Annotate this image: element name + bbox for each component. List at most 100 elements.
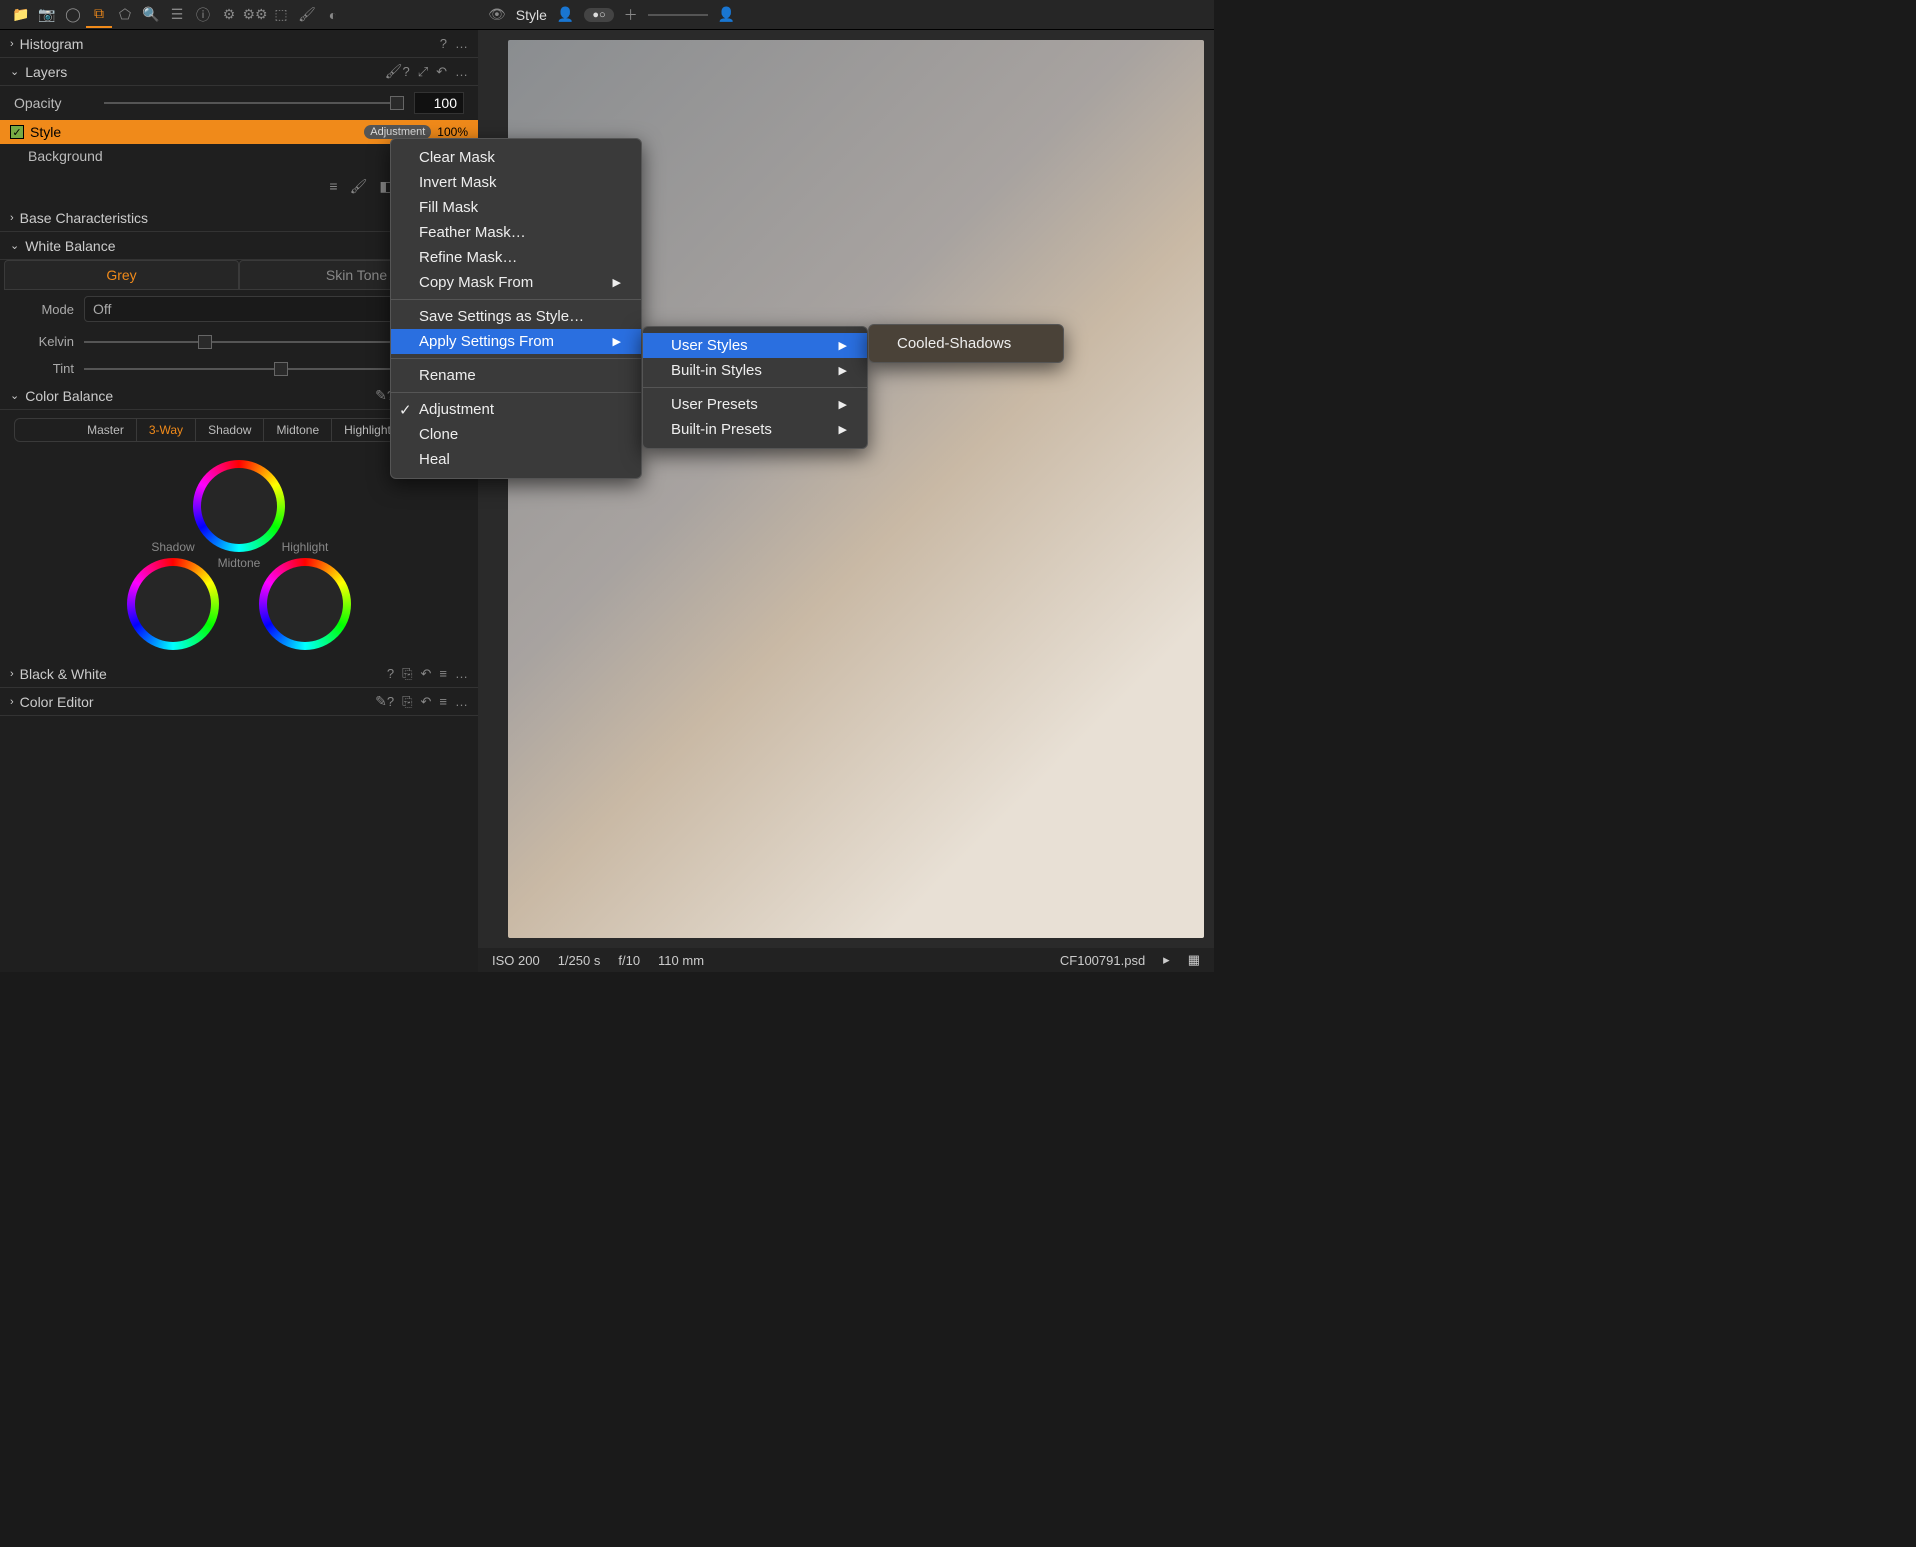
help-icon[interactable]: ?: [440, 36, 447, 51]
help-icon[interactable]: ?: [387, 666, 394, 682]
folder-icon[interactable]: 📁: [8, 2, 34, 28]
brush-icon[interactable]: 🖌: [294, 2, 320, 28]
menu-invert-mask[interactable]: Invert Mask: [391, 170, 641, 195]
sliders-icon[interactable]: ≡: [329, 178, 337, 194]
left-toolbar: 📁 📷 ◯ ⧉ ⬠ 🔍 ☰ ⓘ ⚙ ⚙⚙ ⬚ 🖌 ◐: [0, 0, 478, 30]
chevron-right-icon[interactable]: ›: [10, 696, 14, 708]
chevron-right-icon: ▶: [809, 339, 847, 352]
brush-icon[interactable]: 🖌: [350, 178, 368, 195]
more-icon[interactable]: …: [455, 64, 468, 80]
info-icon[interactable]: ⓘ: [190, 2, 216, 28]
chevron-right-icon[interactable]: ›: [10, 668, 14, 680]
chevron-down-icon[interactable]: ⌄: [10, 65, 19, 78]
overlap-circles-icon[interactable]: ⧉: [86, 2, 112, 28]
add-icon[interactable]: ＋: [624, 5, 638, 25]
cb-tab-master[interactable]: Master: [75, 419, 137, 441]
chevron-down-icon[interactable]: ⌄: [10, 389, 19, 402]
more-icon[interactable]: …: [455, 694, 468, 710]
menu-save-settings[interactable]: Save Settings as Style…: [391, 304, 641, 329]
highlight-wheel-label: Highlight: [282, 540, 329, 554]
egg-icon[interactable]: ◯: [60, 2, 86, 28]
check-icon: ✓: [399, 401, 412, 419]
menu-copy-mask-from[interactable]: Copy Mask From▶: [391, 270, 641, 295]
layer-badge: Adjustment: [364, 125, 431, 139]
submenu-user-presets[interactable]: User Presets▶: [643, 392, 867, 417]
menu-adjustment[interactable]: ✓Adjustment: [391, 397, 641, 422]
help-icon[interactable]: ?: [387, 694, 394, 710]
chevron-right-icon[interactable]: ›: [10, 38, 14, 50]
menu-heal[interactable]: Heal: [391, 447, 641, 472]
eye-icon[interactable]: 👁: [488, 6, 506, 23]
kelvin-label: Kelvin: [14, 334, 74, 349]
submenu-builtin-presets[interactable]: Built-in Presets▶: [643, 417, 867, 442]
loupe-icon[interactable]: 🔍: [138, 2, 164, 28]
person-icon[interactable]: 👤: [557, 6, 574, 23]
cb-tab-shadow[interactable]: Shadow: [196, 419, 264, 441]
style-cooled-shadows[interactable]: Cooled-Shadows: [869, 331, 1063, 356]
expand-icon[interactable]: ⤢: [418, 64, 428, 80]
stack-icon[interactable]: ≡: [439, 666, 447, 682]
help-icon[interactable]: ?: [402, 64, 409, 80]
prev-icon[interactable]: ▸: [1163, 952, 1170, 968]
layers-panel-header[interactable]: ⌄ Layers 🖌 ? ⤢ ↶ …: [0, 58, 478, 86]
chevron-right-icon: ▶: [809, 364, 847, 377]
checkbox-icon[interactable]: ✓: [10, 125, 24, 139]
highlight-wheel[interactable]: [259, 558, 351, 650]
histogram-panel-header[interactable]: › Histogram ? …: [0, 30, 478, 58]
undo-icon[interactable]: ↶: [436, 64, 447, 80]
gear-icon[interactable]: ⚙: [216, 2, 242, 28]
zoom-toggle[interactable]: ●○: [584, 8, 613, 22]
layer-context-menu: Clear Mask Invert Mask Fill Mask Feather…: [390, 138, 642, 479]
submenu-user-styles[interactable]: User Styles▶: [643, 333, 867, 358]
list-icon[interactable]: ☰: [164, 2, 190, 28]
shadow-wheel[interactable]: [127, 558, 219, 650]
zoom-slider[interactable]: [648, 14, 708, 16]
gears-icon[interactable]: ⚙⚙: [242, 2, 268, 28]
picker-icon[interactable]: ✎: [375, 387, 387, 404]
shadow-wheel-label: Shadow: [151, 540, 194, 554]
cb-title: Color Balance: [25, 388, 375, 404]
wb-tab-grey[interactable]: Grey: [4, 260, 239, 290]
grid-icon[interactable]: ▦: [1188, 952, 1200, 968]
menu-clone[interactable]: Clone: [391, 422, 641, 447]
cb-tab-3way[interactable]: 3-Way: [137, 419, 196, 441]
menu-apply-settings[interactable]: Apply Settings From▶: [391, 329, 641, 354]
contrast-icon[interactable]: ◐: [320, 2, 346, 28]
status-aperture: f/10: [618, 953, 640, 968]
opacity-label: Opacity: [14, 95, 94, 111]
chevron-right-icon: ▶: [809, 423, 847, 436]
picker-icon[interactable]: ✎: [375, 693, 387, 710]
chevron-right-icon: ▶: [583, 335, 621, 348]
chevron-down-icon[interactable]: ⌄: [10, 239, 19, 252]
cb-tab-midtone[interactable]: Midtone: [264, 419, 332, 441]
menu-feather-mask[interactable]: Feather Mask…: [391, 220, 641, 245]
submenu-builtin-styles[interactable]: Built-in Styles▶: [643, 358, 867, 383]
mode-label: Mode: [14, 302, 74, 317]
opacity-value[interactable]: 100: [414, 92, 464, 114]
brush-small-icon[interactable]: 🖌: [385, 63, 403, 80]
menu-refine-mask[interactable]: Refine Mask…: [391, 245, 641, 270]
copy-icon[interactable]: ⎘: [402, 666, 412, 682]
ce-panel-header[interactable]: › Color Editor ✎ ? ⎘ ↶ ≡ …: [0, 688, 478, 716]
chevron-right-icon[interactable]: ›: [10, 212, 14, 224]
undo-icon[interactable]: ↶: [421, 694, 432, 710]
pentagon-icon[interactable]: ⬠: [112, 2, 138, 28]
opacity-row: Opacity 100: [0, 86, 478, 120]
layers-title: Layers: [25, 64, 380, 80]
status-iso: ISO 200: [492, 953, 540, 968]
copy-icon[interactable]: ⎘: [402, 694, 412, 710]
opacity-slider[interactable]: [104, 102, 404, 104]
menu-rename[interactable]: Rename: [391, 363, 641, 388]
stack-icon[interactable]: ≡: [439, 694, 447, 710]
person2-icon[interactable]: 👤: [718, 6, 735, 23]
menu-clear-mask[interactable]: Clear Mask: [391, 145, 641, 170]
undo-icon[interactable]: ↶: [421, 666, 432, 682]
midtone-wheel[interactable]: [193, 460, 285, 552]
crop-icon[interactable]: ⬚: [268, 2, 294, 28]
menu-fill-mask[interactable]: Fill Mask: [391, 195, 641, 220]
more-icon[interactable]: …: [455, 666, 468, 682]
camera-icon[interactable]: 📷: [34, 2, 60, 28]
bw-panel-header[interactable]: › Black & White ?⎘↶≡…: [0, 660, 478, 688]
ce-title: Color Editor: [20, 694, 375, 710]
more-icon[interactable]: …: [455, 36, 468, 51]
